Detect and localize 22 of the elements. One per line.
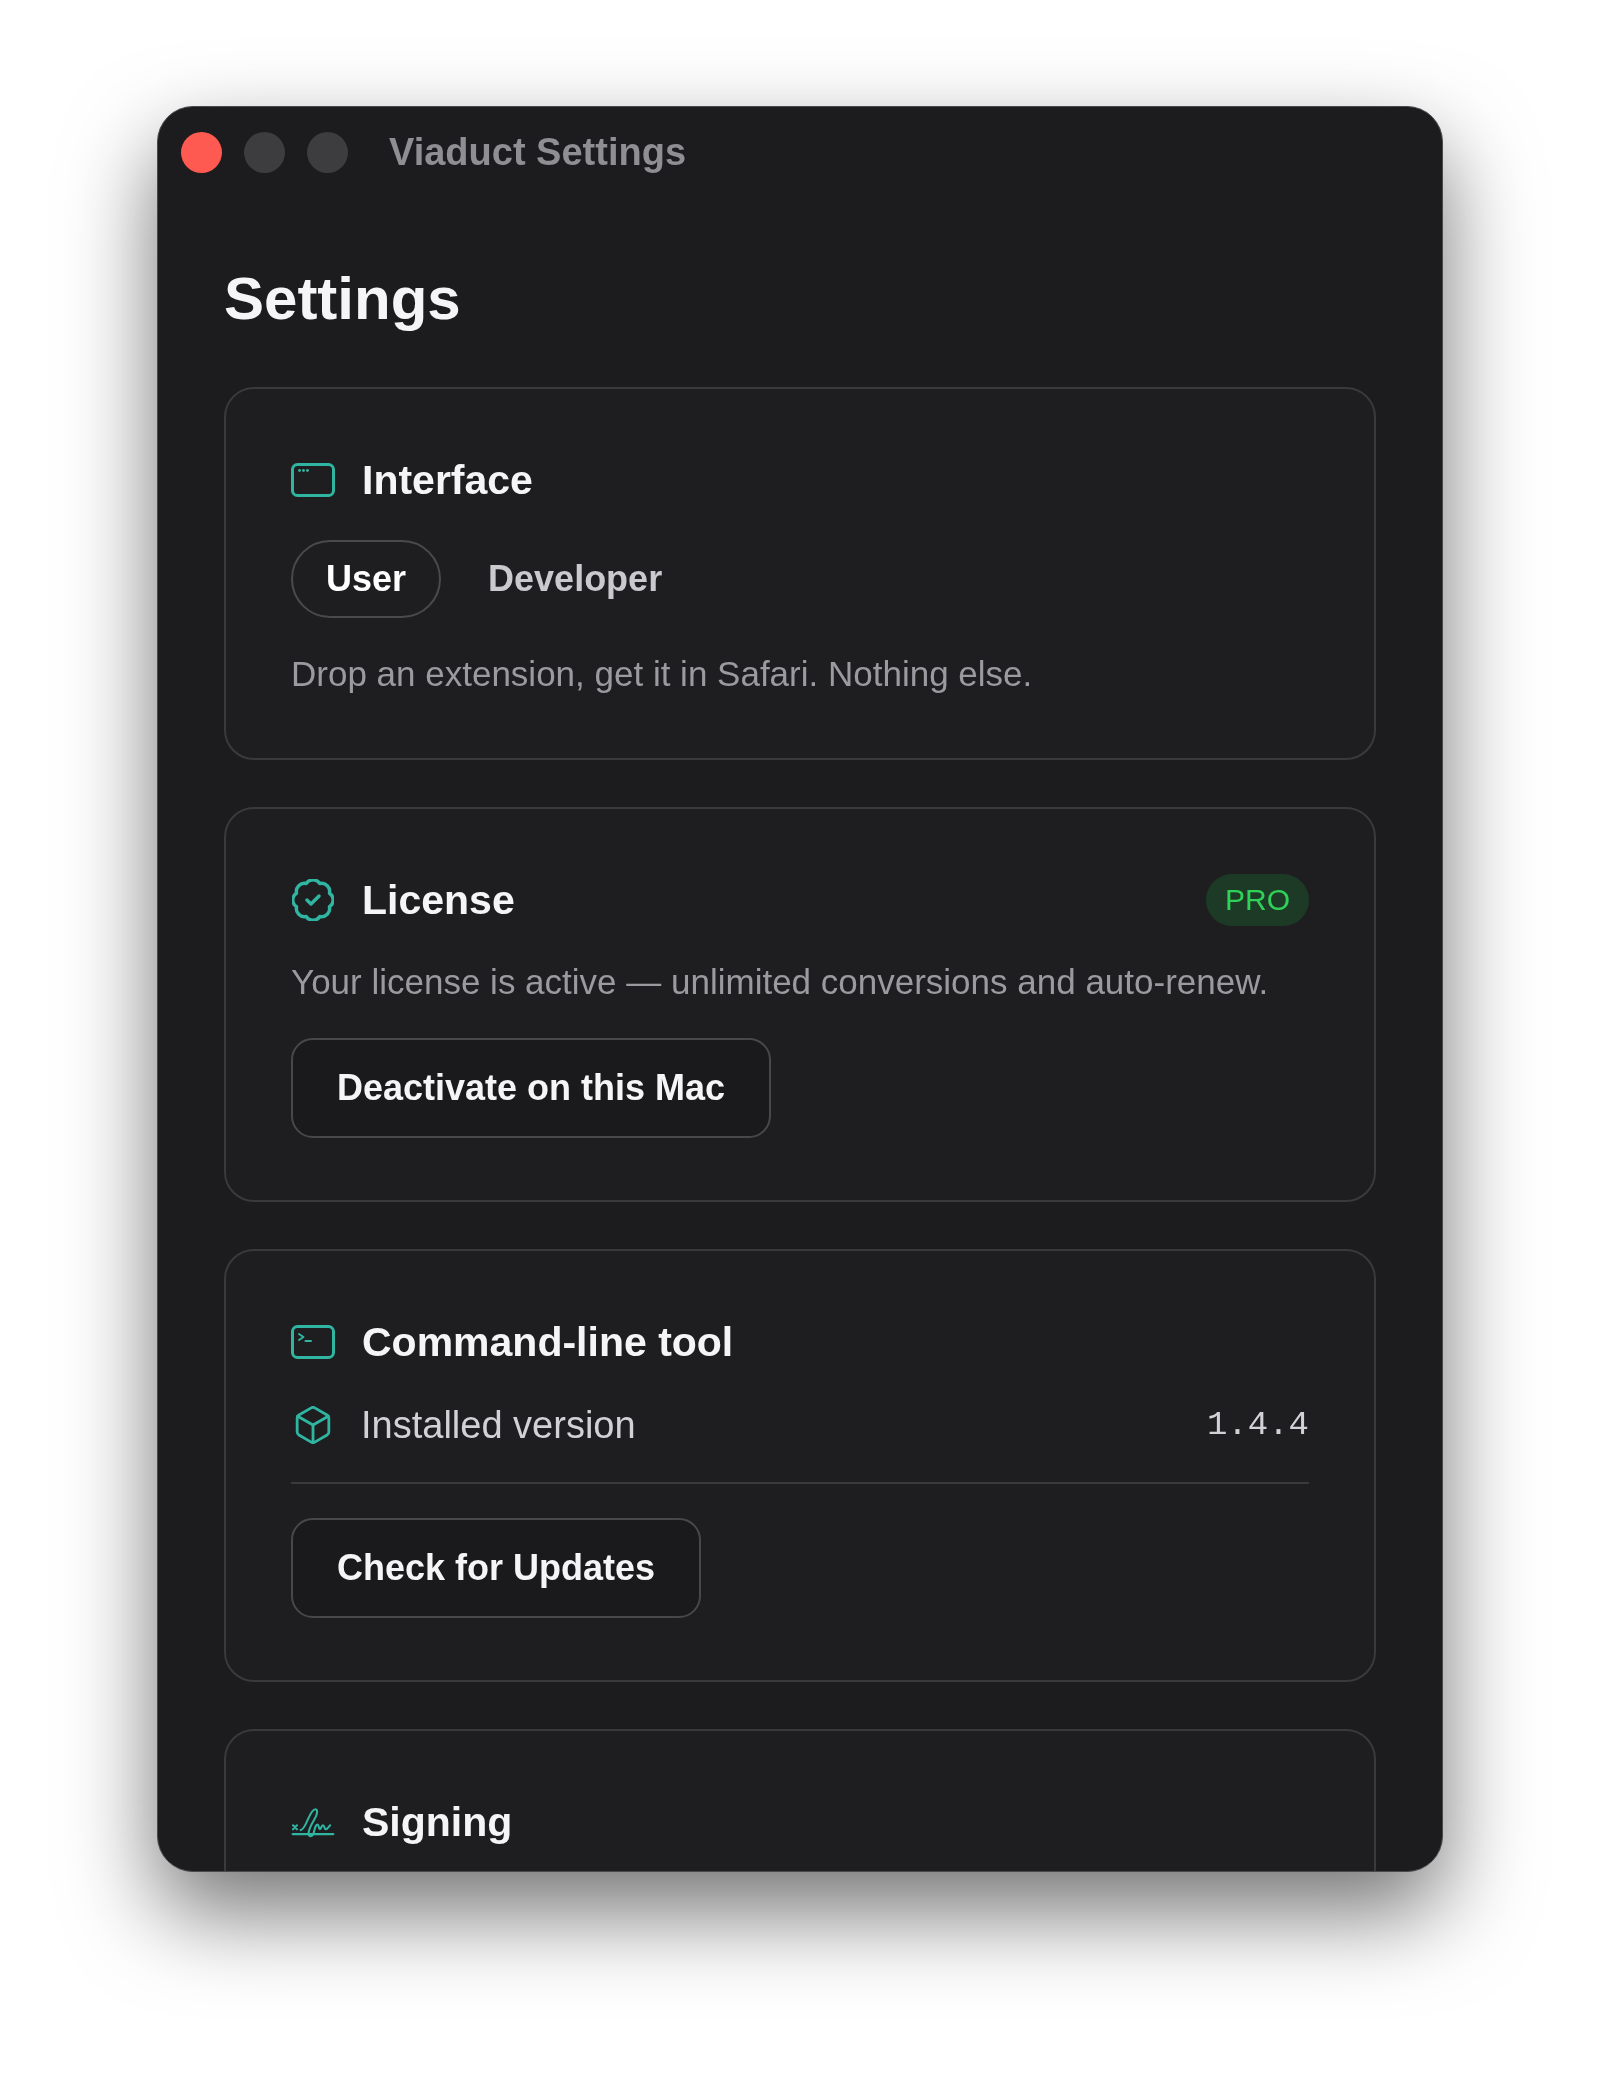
- mode-tab[interactable]: User: [291, 540, 442, 618]
- section-description: Your license is active — unlimited conversions and auto-renew.: [291, 961, 1270, 1003]
- check-updates-button[interactable]: Check for Updates: [291, 1518, 702, 1618]
- zoom-button[interactable]: [307, 131, 348, 173]
- deactivate-button[interactable]: Deactivate on this Mac: [291, 1038, 772, 1138]
- close-button[interactable]: [181, 131, 222, 173]
- seal-check-icon: [292, 879, 334, 921]
- section-description: Drop an extension, get it in Safari. Nothing else.: [291, 653, 1034, 695]
- minimize-button[interactable]: [244, 131, 285, 173]
- window-icon: [291, 463, 335, 497]
- license-badge: PRO: [1206, 874, 1309, 926]
- page-heading: Settings: [224, 264, 462, 334]
- window-title: Viaduct Settings: [389, 130, 687, 175]
- section-title: License: [362, 876, 515, 925]
- section-title: Command-line tool: [362, 1318, 734, 1367]
- cube-icon: [295, 1406, 331, 1444]
- version-value: 1.4.4: [1206, 1405, 1309, 1446]
- section-title: Interface: [362, 456, 533, 505]
- setting-label: Installed version: [361, 1403, 636, 1448]
- terminal-icon: [291, 1325, 335, 1359]
- mode-tab[interactable]: Developer: [453, 540, 698, 618]
- section-title: Signing: [362, 1798, 513, 1847]
